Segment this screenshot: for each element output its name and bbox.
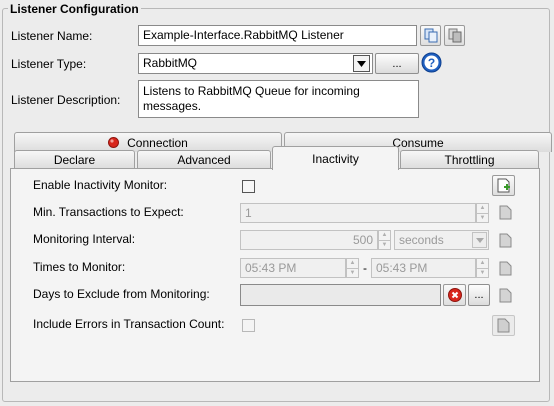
min-transactions-note-button[interactable]	[497, 203, 513, 221]
tab-declare[interactable]: Declare	[14, 150, 135, 169]
help-icon: ?	[421, 52, 442, 73]
help-button[interactable]: ?	[421, 52, 442, 73]
tab-connection-label: Connection	[127, 135, 188, 150]
tab-advanced[interactable]: Advanced	[137, 150, 271, 169]
days-to-exclude-input[interactable]	[240, 284, 441, 306]
listener-name-input[interactable]: Example-Interface.RabbitMQ Listener	[138, 25, 417, 46]
time-to-input[interactable]: 05:43 PM	[371, 258, 476, 278]
listener-type-label: Listener Type:	[11, 57, 87, 71]
chevron-down-icon	[475, 237, 484, 243]
group-title: Listener Configuration	[8, 2, 141, 16]
add-note-button[interactable]	[492, 175, 515, 196]
tab-advanced-label: Advanced	[177, 153, 231, 167]
monitoring-interval-unit-dropdown[interactable]	[472, 232, 487, 248]
copy-button[interactable]	[420, 25, 441, 46]
note-icon	[499, 288, 511, 302]
tab-inactivity-label: Inactivity	[312, 151, 359, 166]
listener-type-dropdown-button[interactable]	[353, 55, 370, 72]
copy-icon	[424, 28, 437, 43]
note-icon	[499, 261, 511, 275]
time-from-spinner[interactable]: ▲ ▼	[346, 258, 359, 278]
add-note-icon	[497, 178, 510, 193]
include-errors-checkbox[interactable]	[242, 319, 255, 332]
times-to-monitor-note-button[interactable]	[497, 259, 513, 277]
time-from-input[interactable]: 05:43 PM	[240, 258, 346, 278]
listener-type-select[interactable]: RabbitMQ	[138, 53, 373, 74]
days-to-exclude-label: Days to Exclude from Monitoring:	[33, 287, 210, 301]
note-icon	[499, 233, 511, 247]
min-transactions-input[interactable]: 1	[240, 203, 476, 223]
clear-days-button[interactable]	[443, 284, 466, 306]
min-transactions-spinner[interactable]: ▲ ▼	[476, 203, 489, 223]
monitoring-interval-input[interactable]: 500	[240, 230, 378, 250]
listener-type-browse-button[interactable]: ...	[375, 53, 419, 74]
time-range-separator: -	[363, 261, 367, 275]
enable-inactivity-label: Enable Inactivity Monitor:	[33, 178, 168, 192]
tab-consume-label: Consume	[392, 135, 444, 150]
note-icon	[499, 205, 511, 219]
min-transactions-label: Min. Transactions to Expect:	[33, 205, 184, 219]
svg-text:?: ?	[428, 56, 435, 70]
note-icon	[497, 318, 510, 333]
listener-description-label: Listener Description:	[11, 93, 121, 107]
enable-inactivity-checkbox[interactable]	[242, 180, 255, 193]
paste-button[interactable]	[444, 25, 465, 46]
include-errors-note-button[interactable]	[492, 315, 515, 336]
tab-throttling[interactable]: Throttling	[400, 150, 539, 169]
tab-connection[interactable]: Connection	[14, 132, 282, 152]
listener-description-input[interactable]: Listens to RabbitMQ Queue for incoming m…	[138, 80, 419, 118]
clear-icon	[447, 288, 462, 302]
listener-name-label: Listener Name:	[11, 29, 93, 43]
times-to-monitor-label: Times to Monitor:	[33, 260, 126, 274]
include-errors-label: Include Errors in Transaction Count:	[33, 317, 225, 331]
monitoring-interval-unit-value: seconds	[399, 233, 444, 247]
chevron-down-icon	[357, 60, 366, 67]
monitoring-interval-spinner[interactable]: ▲ ▼	[378, 230, 391, 250]
time-to-spinner[interactable]: ▲ ▼	[476, 258, 489, 278]
days-to-exclude-browse-button[interactable]: ...	[468, 284, 490, 306]
days-to-exclude-note-button[interactable]	[497, 286, 513, 304]
monitoring-interval-note-button[interactable]	[497, 231, 513, 249]
tab-declare-label: Declare	[53, 153, 96, 167]
error-status-icon	[108, 137, 120, 148]
tab-throttling-label: Throttling	[444, 153, 495, 167]
monitoring-interval-label: Monitoring Interval:	[33, 232, 136, 246]
listener-type-value: RabbitMQ	[143, 56, 198, 70]
tab-inactivity[interactable]: Inactivity	[272, 146, 399, 170]
paste-icon	[448, 28, 461, 43]
